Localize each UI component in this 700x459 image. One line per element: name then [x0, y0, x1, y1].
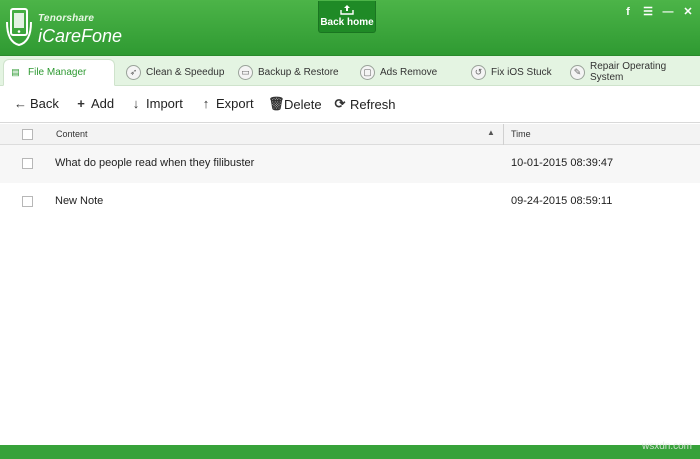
- toolbar: ← Back + Add ↓ Import ↑ Export 🗑 Delete …: [0, 87, 700, 123]
- add-label: Add: [91, 96, 115, 111]
- column-header-time[interactable]: Time: [511, 129, 531, 139]
- watermark: wsxdn.com: [641, 441, 692, 452]
- minimize-icon[interactable]: —: [662, 6, 674, 18]
- row-time: 10-01-2015 08:39:47: [511, 157, 614, 169]
- tab-label: Backup & Restore: [258, 66, 339, 78]
- app-window: Tenorshare iCareFone Back home f ☰ — ✕ ▤…: [0, 0, 700, 459]
- back-home-button[interactable]: Back home: [318, 1, 376, 33]
- tab-bar: ▤ File Manager ➶ Clean & Speedup ▭ Backu…: [0, 56, 700, 86]
- export-label: Export: [216, 96, 254, 111]
- import-button[interactable]: ↓ Import: [130, 96, 183, 111]
- add-button[interactable]: + Add: [75, 96, 114, 111]
- back-button[interactable]: ← Back: [14, 96, 59, 111]
- tab-clean-speedup[interactable]: ➶ Clean & Speedup: [122, 59, 224, 85]
- row-content: New Note: [55, 195, 104, 207]
- facebook-icon[interactable]: f: [622, 6, 634, 18]
- row-checkbox[interactable]: [22, 158, 33, 169]
- row-content: What do people read when they filibuster: [55, 157, 255, 169]
- refresh-label: Refresh: [350, 96, 396, 112]
- fix-icon: ↺: [471, 64, 486, 80]
- tab-label: Clean & Speedup: [146, 66, 225, 78]
- tab-label: File Manager: [28, 67, 87, 78]
- select-all-checkbox[interactable]: [22, 129, 33, 140]
- table-row[interactable]: What do people read when they filibuster…: [0, 145, 700, 183]
- tab-ads-remove[interactable]: ▢ Ads Remove: [356, 59, 437, 85]
- brand-company: Tenorshare: [38, 13, 95, 24]
- folder-icon: ▭: [238, 64, 253, 80]
- back-label: Back: [30, 96, 59, 111]
- arrow-left-icon: ←: [14, 96, 27, 111]
- menu-icon[interactable]: ☰: [642, 6, 654, 18]
- arrow-down-icon: ↓: [132, 96, 140, 111]
- table-row[interactable]: New Note 09-24-2015 08:59:11: [0, 183, 700, 221]
- refresh-icon: ⟳: [334, 96, 346, 111]
- tab-fix-ios-stuck[interactable]: ↺ Fix iOS Stuck: [467, 59, 552, 85]
- window-controls: f ☰ — ✕: [622, 6, 694, 18]
- refresh-button[interactable]: ⟳ Refresh: [334, 96, 396, 112]
- plus-icon: +: [77, 96, 85, 111]
- arrow-up-icon: ↑: [202, 96, 210, 111]
- brand-product-name: iCareFone: [38, 26, 123, 46]
- status-bar: [0, 445, 700, 459]
- tab-repair-os[interactable]: ✎ Repair Operating System: [566, 59, 700, 85]
- tab-label: Ads Remove: [380, 66, 438, 78]
- app-header: Tenorshare iCareFone Back home f ☰ — ✕: [0, 0, 700, 56]
- import-label: Import: [146, 96, 183, 111]
- table-header: Content ▲ Time: [0, 124, 700, 145]
- trash-icon: 🗑: [268, 96, 285, 111]
- return-icon: [340, 5, 354, 15]
- wrench-icon: ✎: [570, 64, 585, 80]
- rocket-icon: ➶: [126, 64, 141, 80]
- delete-button[interactable]: 🗑 Delete: [268, 96, 322, 112]
- icarefone-logo-icon: [6, 8, 32, 47]
- delete-label: Delete: [284, 96, 322, 112]
- ad-block-icon: ▢: [360, 64, 375, 80]
- export-button[interactable]: ↑ Export: [200, 96, 254, 111]
- column-divider[interactable]: [503, 124, 504, 145]
- document-icon: ▤: [11, 67, 20, 77]
- tab-label: Repair Operating System: [590, 61, 667, 83]
- back-home-label: Back home: [320, 17, 374, 28]
- tab-backup-restore[interactable]: ▭ Backup & Restore: [234, 59, 339, 85]
- row-time: 09-24-2015 08:59:11: [511, 195, 613, 207]
- tab-file-manager[interactable]: ▤ File Manager: [3, 59, 115, 86]
- column-header-content[interactable]: Content: [56, 129, 88, 139]
- row-checkbox[interactable]: [22, 196, 33, 207]
- close-icon[interactable]: ✕: [682, 6, 694, 18]
- sort-ascending-icon[interactable]: ▲: [487, 128, 495, 137]
- tab-label: Fix iOS Stuck: [491, 66, 552, 78]
